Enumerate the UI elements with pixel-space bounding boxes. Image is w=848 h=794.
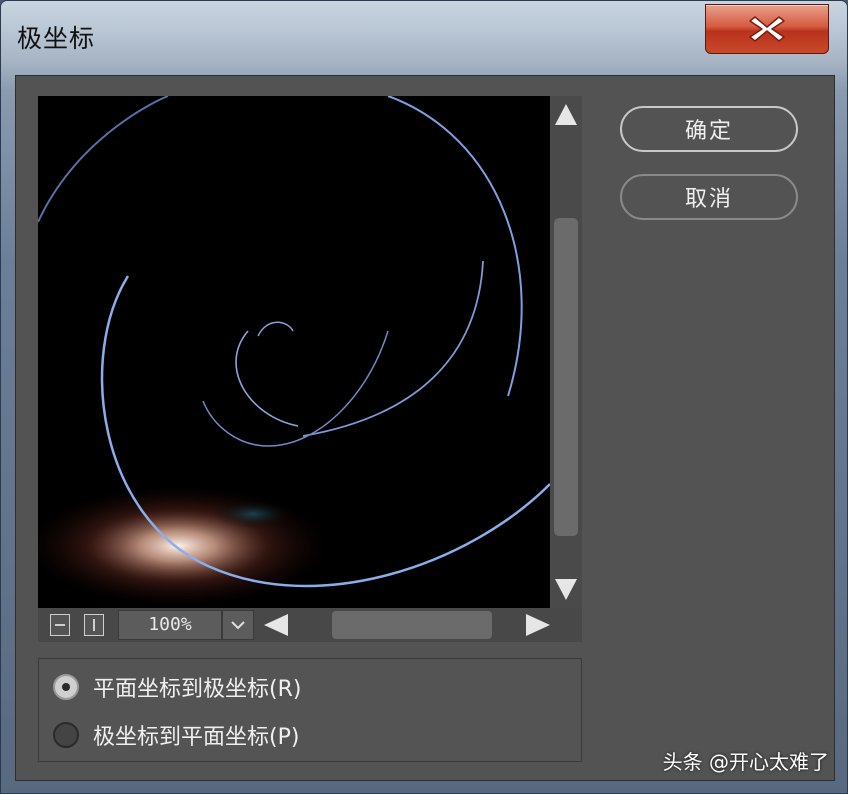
- zoom-out-button[interactable]: [50, 614, 70, 636]
- cancel-button[interactable]: 取消: [620, 174, 798, 220]
- chevron-down-icon: [231, 621, 245, 630]
- ok-button[interactable]: 确定: [620, 106, 798, 152]
- scroll-left-icon[interactable]: [262, 612, 290, 638]
- zoom-in-button[interactable]: [84, 614, 104, 636]
- dialog-window: 极坐标 100% 确定 取消 平面坐标到极坐标(R) 极坐标到平面坐标(P) 头…: [0, 0, 848, 794]
- radio-polar-to-rect[interactable]: [53, 722, 79, 748]
- close-icon: [749, 16, 785, 42]
- horizontal-scroll-thumb[interactable]: [332, 611, 492, 639]
- scroll-up-icon[interactable]: [554, 100, 578, 128]
- radio-rect-to-polar[interactable]: [53, 674, 79, 700]
- preview-toolbar: 100%: [38, 608, 582, 642]
- zoom-dropdown[interactable]: [222, 610, 254, 640]
- scroll-right-icon[interactable]: [524, 612, 552, 638]
- dialog-body: 100% 确定 取消 平面坐标到极坐标(R) 极坐标到平面坐标(P): [15, 75, 835, 781]
- watermark: 头条 @开心太难了: [662, 750, 829, 774]
- conversion-options-group: 平面坐标到极坐标(R) 极坐标到平面坐标(P): [38, 658, 582, 762]
- option-rect-to-polar-label: 平面坐标到极坐标(R): [93, 677, 302, 702]
- option-polar-to-rect-label: 极坐标到平面坐标(P): [93, 725, 300, 750]
- option-polar-to-rect[interactable]: 极坐标到平面坐标(P): [53, 719, 299, 751]
- vertical-scroll-thumb[interactable]: [554, 218, 578, 536]
- scroll-down-icon[interactable]: [554, 576, 578, 604]
- close-button[interactable]: [705, 4, 829, 54]
- zoom-level[interactable]: 100%: [118, 610, 222, 640]
- option-rect-to-polar[interactable]: 平面坐标到极坐标(R): [53, 671, 301, 703]
- preview-image: [38, 96, 550, 606]
- preview-vertical-scrollbar[interactable]: [550, 96, 582, 608]
- dialog-title: 极坐标: [17, 24, 96, 53]
- preview-canvas[interactable]: [38, 96, 550, 608]
